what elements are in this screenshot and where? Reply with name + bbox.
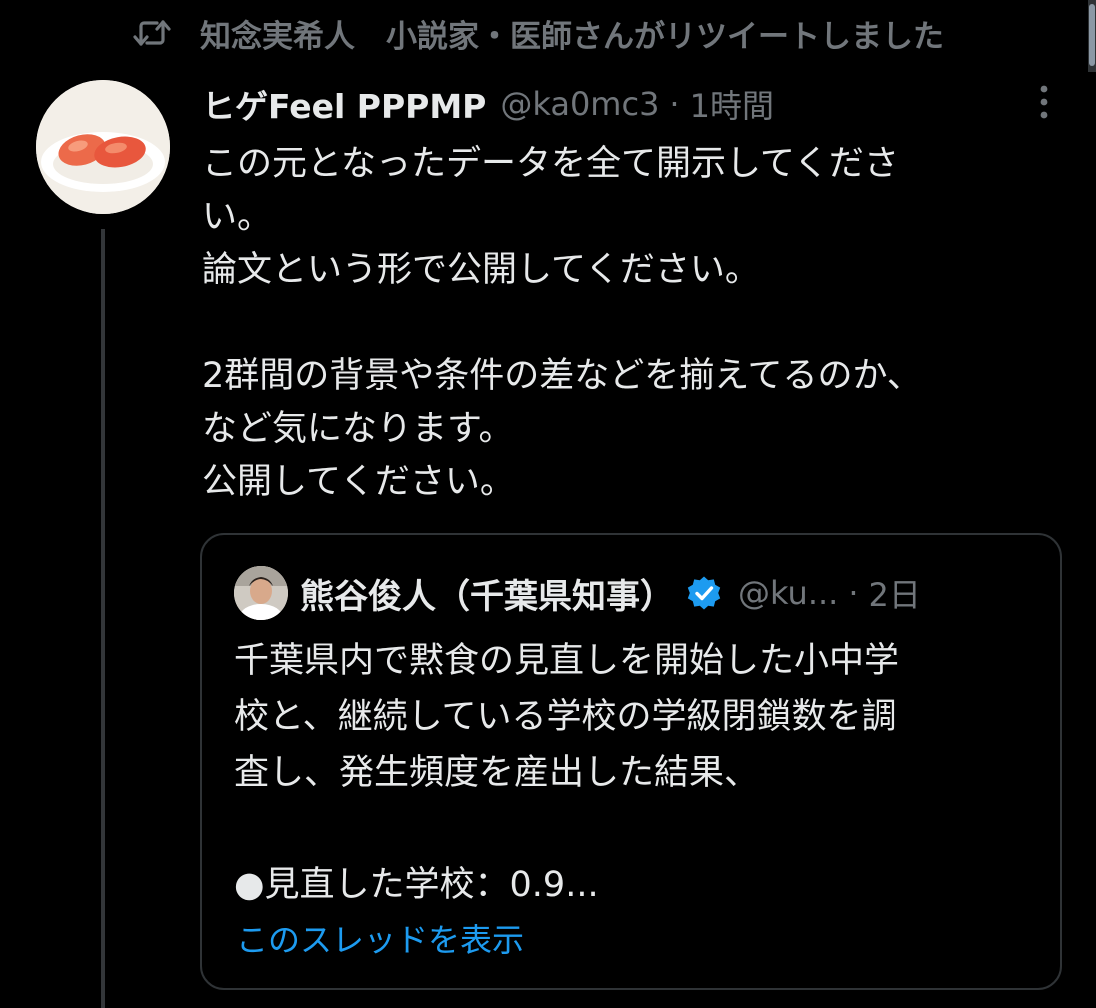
verified-badge-icon [686,574,724,612]
tweet-timestamp[interactable]: 1時間 [690,81,774,127]
mentaiko-avatar-icon [36,80,170,214]
tweet-header: ヒゲFeel PPPMP @ka0mc3 · 1時間 [202,78,774,130]
quote-header-separator: · [848,574,859,612]
quote-tweet-card[interactable]: 熊谷俊人（千葉県知事） @ku... · 2日 千葉県内で黙食の見直しを開始した… [200,533,1062,990]
tweet-body: この元となったデータを全て開示してくださ い。 論文という形で公開してください。… [202,138,1062,509]
quote-header: 熊谷俊人（千葉県知事） @ku... · 2日 [234,565,921,621]
retweet-context[interactable]: 知念実希人 小説家・医師さんがリツイートしました [132,8,944,58]
quote-author-handle[interactable]: @ku... [738,574,838,612]
show-thread-link[interactable]: このスレッドを表示 [236,915,524,961]
tweet-text-line: い。 [202,197,273,237]
tweet-text-line: この元となったデータを全て開示してくださ [202,144,899,184]
quote-timestamp[interactable]: 2日 [869,570,921,616]
person-avatar-icon [234,566,288,620]
tweet-text-line: 論文という形で公開してください。 [202,250,760,290]
quote-author-display-name[interactable]: 熊谷俊人（千葉県知事） [300,569,674,618]
tweet-text-line: など気になります。 [202,409,514,449]
scrollbar-thumb[interactable] [1089,4,1095,66]
quote-text-line [234,801,1034,857]
thread-connector-line [101,229,105,1008]
quote-text-line: 千葉県内で黙食の見直しを開始した小中学 [234,641,900,681]
author-avatar[interactable] [36,80,170,214]
quote-body: 千葉県内で黙食の見直しを開始した小中学 校と、継続している学校の学級閉鎖数を調 … [234,633,1034,913]
tweet-text-line [202,297,1062,350]
quote-text-line: ●見直した学校：0.9... [234,865,599,905]
author-display-name[interactable]: ヒゲFeel PPPMP [202,80,486,128]
more-options-button[interactable] [1022,80,1066,124]
author-handle[interactable]: @ka0mc3 [500,85,659,123]
more-vertical-icon [1040,85,1048,119]
header-separator: · [669,85,680,123]
retweet-label: 知念実希人 小説家・医師さんがリツイートしました [200,18,944,55]
quote-text-line: 校と、継続している学校の学級閉鎖数を調 [234,697,897,737]
quote-text-line: 査し、発生頻度を産出した結果、 [234,753,760,793]
tweet-text-line: 2群間の背景や条件の差などを揃えてるのか、 [202,356,922,396]
tweet-text-line: 公開してください。 [202,462,515,502]
quote-author-avatar[interactable] [234,566,288,620]
retweet-icon [132,16,174,50]
